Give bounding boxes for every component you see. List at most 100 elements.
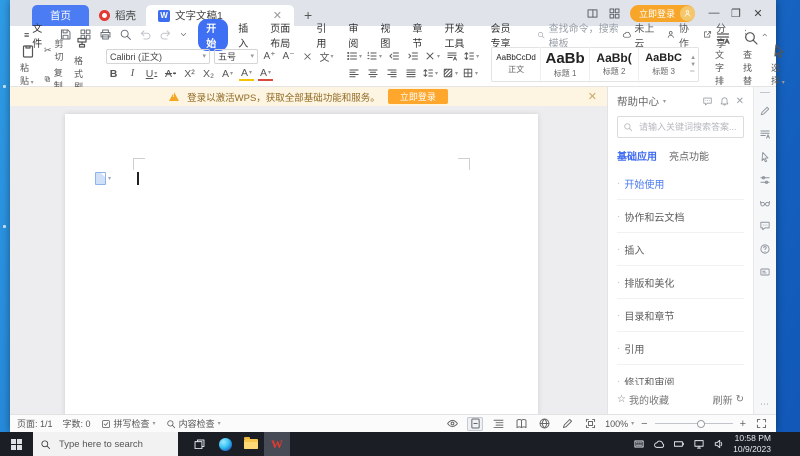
- help-item-layout[interactable]: · 排版和美化: [617, 266, 744, 299]
- spell-check-button[interactable]: 拼写检查 ▾: [101, 417, 156, 430]
- document-page[interactable]: ▾: [65, 114, 538, 414]
- help-tab-highlight[interactable]: 亮点功能: [669, 148, 709, 163]
- notice-login-button[interactable]: 立即登录: [387, 89, 448, 104]
- align-center-button[interactable]: [365, 66, 380, 80]
- numbering-button[interactable]: ▾: [366, 49, 382, 63]
- clock[interactable]: 10:58 PM 10/9/2023: [733, 433, 771, 454]
- justify-button[interactable]: [403, 66, 418, 80]
- fit-page-icon[interactable]: [582, 417, 598, 431]
- feedback-chat-icon[interactable]: [702, 96, 713, 107]
- volume-icon[interactable]: [713, 438, 725, 450]
- font-name-select[interactable]: Calibri (正文) ▾: [106, 48, 211, 64]
- redo-icon[interactable]: [159, 28, 172, 41]
- align-right-button[interactable]: [384, 66, 399, 80]
- format-painter-button[interactable]: 格式刷: [70, 36, 94, 93]
- pointer-icon[interactable]: [759, 151, 771, 163]
- zoom-slider-knob[interactable]: [696, 419, 705, 428]
- superscript-button[interactable]: X²: [182, 67, 197, 81]
- align-left-button[interactable]: [346, 66, 361, 80]
- word-count[interactable]: 字数: 0: [63, 417, 91, 430]
- assistant-chat-icon[interactable]: [759, 220, 771, 232]
- subscript-button[interactable]: X₂: [201, 67, 216, 81]
- print-icon[interactable]: [99, 28, 112, 41]
- sign-pen-icon[interactable]: [759, 105, 771, 117]
- window-mode-icon[interactable]: [586, 7, 599, 20]
- favorites-button[interactable]: ☆ 我的收藏: [617, 392, 669, 407]
- print-preview-icon[interactable]: [119, 28, 132, 41]
- styles-down-icon[interactable]: ▼: [690, 62, 696, 68]
- help-tab-basic[interactable]: 基础应用: [617, 148, 657, 163]
- page-assistant-button[interactable]: ▾: [95, 172, 111, 185]
- edit-icon[interactable]: [759, 128, 771, 140]
- style-heading3[interactable]: AaBbC 标题 3: [639, 47, 688, 83]
- notification-bell-icon[interactable]: [719, 96, 730, 107]
- zoom-in-button[interactable]: +: [740, 418, 746, 430]
- help-item-getting-started[interactable]: · 开始使用: [617, 167, 744, 200]
- file-explorer-icon[interactable]: [238, 432, 264, 456]
- paste-button[interactable]: 粘贴 ▾: [16, 43, 40, 87]
- shading-button[interactable]: ▾: [442, 66, 458, 80]
- taskbar-search-input[interactable]: [57, 437, 167, 451]
- select-button[interactable]: 选择 ▾: [767, 43, 791, 87]
- content-check-button[interactable]: 内容检查 ▾: [166, 417, 221, 430]
- help-item-reference[interactable]: · 引用: [617, 332, 744, 365]
- zoom-out-button[interactable]: −: [641, 418, 647, 430]
- customize-quick-access-icon[interactable]: [179, 30, 188, 39]
- app-grid-icon[interactable]: [608, 7, 621, 20]
- shrink-font-button[interactable]: A⁻: [281, 49, 296, 63]
- onedrive-cloud-icon[interactable]: [653, 438, 665, 450]
- view-outline-icon[interactable]: [490, 417, 506, 431]
- edge-icon[interactable]: [212, 432, 238, 456]
- action-center-icon[interactable]: [779, 438, 791, 450]
- cut-button[interactable]: ✂ 剪切: [44, 37, 66, 63]
- wps-taskbar-icon[interactable]: W: [264, 432, 290, 456]
- decrease-indent-button[interactable]: [386, 49, 401, 63]
- line-spacing-button[interactable]: ▾: [422, 66, 438, 80]
- reading-glasses-icon[interactable]: [759, 197, 771, 209]
- network-icon[interactable]: [693, 438, 705, 450]
- underline-button[interactable]: U ▾: [144, 67, 159, 81]
- bold-button[interactable]: B: [106, 67, 121, 81]
- ime-keyboard-icon[interactable]: [633, 438, 645, 450]
- font-size-select[interactable]: 五号 ▾: [214, 48, 259, 64]
- strip-handle[interactable]: [760, 92, 770, 94]
- help-item-insert[interactable]: · 插入: [617, 233, 744, 266]
- view-ink-icon[interactable]: [559, 417, 575, 431]
- styles-up-icon[interactable]: ▲: [690, 55, 696, 61]
- style-normal[interactable]: AaBbCcDd 正文: [492, 46, 542, 83]
- grow-font-button[interactable]: A⁺: [262, 49, 277, 63]
- notes-card-icon[interactable]: [759, 266, 771, 278]
- sort-button[interactable]: [444, 49, 459, 63]
- text-effects-button[interactable]: A ▾: [220, 67, 235, 81]
- help-item-collaboration[interactable]: · 协作和云文档: [617, 200, 744, 233]
- help-search-box[interactable]: [617, 116, 744, 138]
- strikethrough-button[interactable]: A ▾: [163, 67, 178, 81]
- adjust-slider-icon[interactable]: [759, 174, 771, 186]
- strip-more-icon[interactable]: ⋯: [760, 399, 770, 410]
- increase-indent-button[interactable]: [405, 49, 420, 63]
- view-page-icon[interactable]: [467, 416, 484, 431]
- battery-icon[interactable]: [673, 438, 685, 450]
- change-case-button[interactable]: 文 ▾: [319, 49, 334, 64]
- italic-button[interactable]: I: [125, 67, 140, 81]
- help-search-input[interactable]: [637, 121, 738, 133]
- undo-icon[interactable]: [139, 28, 152, 41]
- style-heading1[interactable]: AaBb 标题 1: [541, 46, 591, 83]
- tab-docer[interactable]: 稻壳: [89, 5, 146, 26]
- font-color-button[interactable]: A ▾: [258, 67, 274, 81]
- page-indicator[interactable]: 页面: 1/1: [17, 417, 53, 430]
- clear-format-all-button[interactable]: ▾: [424, 49, 440, 63]
- help-item-toc[interactable]: · 目录和章节: [617, 299, 744, 332]
- help-title[interactable]: 帮助中心: [617, 94, 659, 109]
- start-button[interactable]: [0, 432, 33, 456]
- view-web-icon[interactable]: [536, 417, 552, 431]
- help-question-icon[interactable]: [759, 243, 771, 255]
- clear-format-button[interactable]: [300, 49, 315, 63]
- styles-more-icon[interactable]: ═: [690, 69, 696, 75]
- view-book-icon[interactable]: [513, 417, 529, 431]
- fullscreen-icon[interactable]: [753, 417, 769, 431]
- taskbar-search[interactable]: [33, 432, 178, 456]
- bullets-button[interactable]: ▾: [346, 49, 362, 63]
- borders-button[interactable]: ▾: [462, 66, 478, 80]
- help-item-review[interactable]: · 修订和审阅: [617, 365, 744, 386]
